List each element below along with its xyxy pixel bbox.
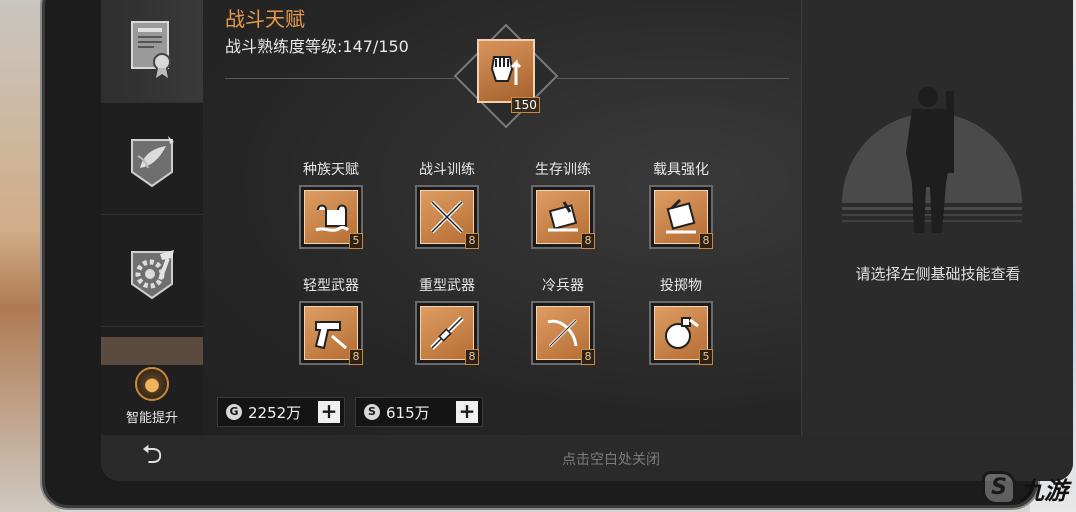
sidebar-tab-gear-hammer[interactable] [101,217,203,327]
skill-frame: 8 [415,301,479,365]
skill-label: 重型武器 [419,278,475,294]
skill-frame: 5 [649,301,713,365]
skill-frame: 8 [415,185,479,249]
skill-vehicle-tools[interactable]: 载具强化 8 [641,159,721,269]
sidebar-tab-certificate[interactable] [101,0,203,103]
silver-coin-icon: S [364,404,380,420]
skill-heavy-gun[interactable]: 重型武器 8 [407,275,487,385]
select-skill-hint: 请选择左侧基础技能查看 [855,265,1021,283]
gear-hammer-icon [131,249,174,299]
soldier-silhouette-icon [842,87,1022,233]
sidebar-accent-bar [101,337,203,365]
skill-frame: 8 [531,185,595,249]
skill-crossed-swords[interactable]: 战斗训练 8 [407,159,487,269]
proficiency-level: 战斗熟练度等级:147/150 [225,37,409,56]
gold-coin-icon: G [226,404,242,420]
skill-label: 种族天赋 [303,162,359,178]
jiuyou-logo-icon: S [982,471,1016,505]
skill-level-badge: 8 [699,233,713,249]
skill-frame: 8 [299,301,363,365]
currency-gold: G 2252万 + [217,397,345,427]
skill-level-badge: 5 [699,349,713,365]
skill-crossbow[interactable]: 冷兵器 8 [523,275,603,385]
skill-label: 轻型武器 [303,278,359,294]
back-button[interactable]: ⮌ [101,435,203,481]
skill-level-badge: 8 [581,349,595,365]
currency-silver: S 615万 + [355,397,483,427]
smart-upgrade-label: 智能提升 [125,411,178,426]
fist-up-arrow-icon [477,39,535,103]
skill-grenade[interactable]: 投掷物 5 [641,275,721,385]
skill-level-badge: 8 [465,349,479,365]
back-arrow-icon: ⮌ [141,440,163,470]
skill-level-badge: 8 [581,233,595,249]
page-title: 战斗天赋 [225,7,305,31]
silver-amount: 615万 [386,403,430,422]
watermark-text: 九游 [1020,476,1068,505]
lightbulb-icon: ● [135,367,169,401]
watermark: S 九游 [982,466,1072,510]
skill-frame: 8 [649,185,713,249]
skill-level-badge: 5 [349,233,363,249]
leaf-emblem-icon [131,135,174,187]
certificate-icon [131,20,171,78]
skill-label: 载具强化 [653,162,709,178]
divider-left [225,78,455,79]
skill-label: 投掷物 [660,278,702,294]
skill-level-badge: 8 [349,349,363,365]
sidebar-tab-leaf-emblem[interactable] [101,105,203,215]
skill-survival-kit[interactable]: 生存训练 8 [523,159,603,269]
smart-upgrade-button[interactable]: ● 智能提升 [101,367,203,429]
main-skill-level: 150 [511,97,540,113]
skill-label: 战斗训练 [419,162,475,178]
skill-label: 生存训练 [535,162,591,178]
skill-label: 冷兵器 [542,278,584,294]
game-screen: ● 智能提升 战斗天赋 战斗熟练度等级:147/150 150 种族天赋 5 战斗训… [101,0,1073,481]
divider-right [557,78,789,79]
skill-pistol[interactable]: 轻型武器 8 [291,275,371,385]
main-skill-button[interactable]: 150 [453,23,559,129]
sidebar: ● 智能提升 [101,0,203,481]
close-hint[interactable]: 点击空白处关闭 [521,449,701,469]
add-gold-button[interactable]: + [318,401,340,423]
add-silver-button[interactable]: + [456,401,478,423]
skill-scroll[interactable]: 种族天赋 5 [291,159,371,269]
skill-level-badge: 8 [465,233,479,249]
skill-frame: 8 [531,301,595,365]
device-frame: ● 智能提升 战斗天赋 战斗熟练度等级:147/150 150 种族天赋 5 战斗训… [42,0,1073,508]
skill-detail-panel: 请选择左侧基础技能查看 [801,0,1073,435]
skill-frame: 5 [299,185,363,249]
gold-amount: 2252万 [248,403,302,422]
